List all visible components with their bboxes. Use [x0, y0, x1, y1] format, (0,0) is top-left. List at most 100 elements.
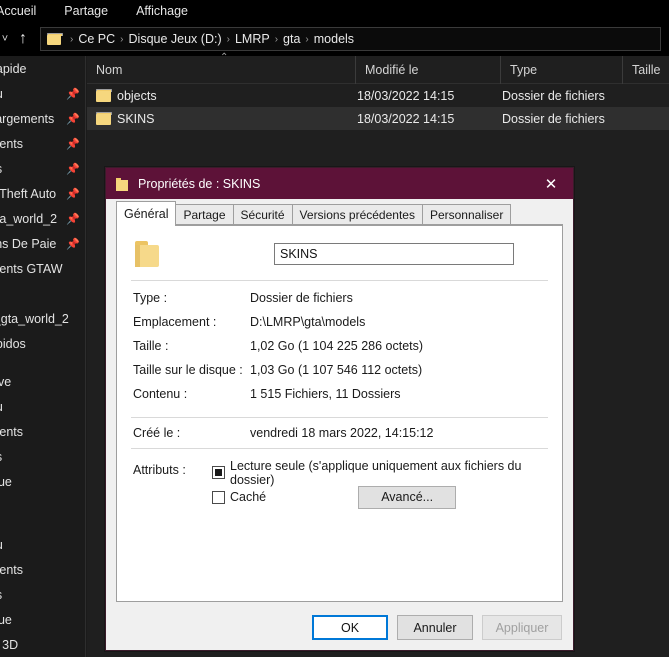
column-header-row: Nom ⌃ Modifié le Type Taille: [87, 52, 669, 84]
sidebar-item[interactable]: chargements 📌: [0, 106, 86, 131]
info-value: 1 515 Fichiers, 11 Dossiers: [250, 387, 401, 401]
tab-securite[interactable]: Sécurité: [232, 204, 293, 225]
pin-icon[interactable]: 📌: [66, 237, 80, 250]
sidebar-item[interactable]: s rapide: [0, 56, 86, 81]
sidebar-item[interactable]: -fr_gta_world_2: [0, 306, 86, 331]
ribbon-tab-accueil[interactable]: Accueil: [0, 0, 50, 22]
pin-icon[interactable]: 📌: [66, 212, 80, 225]
sidebar-item[interactable]: ets 3D: [0, 632, 86, 657]
table-row[interactable]: objects 18/03/2022 14:15 Dossier de fichie…: [87, 84, 669, 107]
sidebar-item[interactable]: uments 📌: [0, 131, 86, 156]
sidebar-item[interactable]: eabidos: [0, 331, 86, 356]
tab-general[interactable]: Général: [116, 201, 177, 226]
breadcrumb[interactable]: › Ce PC › Disque Jeux (D:) › LMRP › gta …: [40, 27, 661, 51]
close-icon[interactable]: ✕: [529, 168, 573, 199]
navigate-up-icon[interactable]: ↑: [12, 30, 34, 48]
sidebar-item[interactable]: sique: [0, 469, 86, 494]
checkbox-label: Caché: [230, 490, 267, 504]
sidebar-item[interactable]: nd Theft Auto 📌: [0, 181, 86, 206]
ribbon-tab-affichage[interactable]: Affichage: [122, 0, 202, 22]
attributes-label: Attributs :: [133, 463, 186, 477]
tab-personnaliser[interactable]: Personnaliser: [421, 204, 512, 225]
sidebar-item[interactable]: _gta_world_2 📌: [0, 206, 86, 231]
info-label: Type :: [133, 291, 168, 305]
cell-modified: 18/03/2022 14:15: [357, 111, 455, 126]
info-row-taille-sur-le-disque: Taille sur le disque : 1,03 Go (1 107 54…: [117, 363, 562, 387]
sidebar-item-label: eau: [0, 87, 3, 101]
folder-icon: [96, 112, 112, 125]
info-value: Dossier de fichiers: [250, 291, 353, 305]
sidebar-item-label: nd Theft Auto: [0, 186, 57, 201]
sidebar-item[interactable]: etins De Paie 📌: [0, 231, 86, 256]
sidebar-item[interactable]: Drive: [0, 369, 86, 394]
column-header-label: Modifié le: [365, 63, 419, 77]
table-row[interactable]: SKINS 18/03/2022 14:15 Dossier de fichiers: [87, 107, 669, 130]
sidebar-item-label: s rapide: [0, 61, 27, 76]
cell-modified: 18/03/2022 14:15: [357, 88, 455, 103]
sidebar-item-label: ges: [0, 588, 2, 602]
sidebar-item[interactable]: uments: [0, 557, 86, 582]
history-dropdown-icon[interactable]: ˅: [0, 33, 12, 45]
sidebar-item[interactable]: eau 📌: [0, 81, 86, 106]
sidebar-item[interactable]: C: [0, 507, 86, 532]
pin-icon[interactable]: 📌: [66, 137, 80, 150]
sidebar-item[interactable]: uments GTAW: [0, 256, 86, 281]
column-header-label: Nom: [96, 63, 123, 77]
column-header-nom[interactable]: Nom ⌃: [87, 52, 355, 84]
info-row-contenu: Contenu : 1 515 Fichiers, 11 Dossiers: [117, 387, 562, 411]
breadcrumb-item-lmrp[interactable]: LMRP: [235, 32, 270, 46]
checkbox-lecture-seule[interactable]: [212, 466, 225, 479]
tab-partage[interactable]: Partage: [175, 204, 234, 225]
pin-icon[interactable]: 📌: [66, 187, 80, 200]
pin-icon[interactable]: 📌: [66, 87, 80, 100]
breadcrumb-item-disque-jeux[interactable]: Disque Jeux (D:): [129, 32, 222, 46]
sidebar-item-label: _gta_world_2: [0, 211, 58, 226]
breadcrumb-item-gta[interactable]: gta: [283, 32, 300, 46]
sidebar-item[interactable]: ges: [0, 444, 86, 469]
folder-icon: [47, 33, 63, 45]
sidebar-item[interactable]: uments: [0, 419, 86, 444]
sidebar-item[interactable]: eau: [0, 532, 86, 557]
advanced-button[interactable]: Avancé...: [358, 485, 457, 509]
tab-versions-precedentes[interactable]: Versions précédentes: [291, 204, 423, 225]
ribbon-tab-partage[interactable]: Partage: [50, 0, 122, 22]
cell-name: objects: [117, 88, 157, 103]
folder-info-list: Type : Dossier de fichiers Emplacement :…: [117, 281, 562, 417]
ok-button[interactable]: OK: [312, 615, 388, 640]
properties-dialog: Propriétés de : SKINS ✕ Général Partage …: [105, 167, 574, 651]
column-header-modifie-le[interactable]: Modifié le: [355, 56, 500, 84]
breadcrumb-separator-icon: ›: [70, 33, 74, 45]
sidebar-item[interactable]: ges: [0, 582, 86, 607]
sidebar-item[interactable]: tos: [0, 281, 86, 306]
column-header-type[interactable]: Type: [500, 56, 622, 84]
info-label: Taille sur le disque :: [133, 363, 243, 377]
tab-page-general: Type : Dossier de fichiers Emplacement :…: [116, 225, 563, 602]
checkbox-row-cache: Caché Avancé...: [212, 484, 562, 510]
checkbox-row-lecture-seule[interactable]: Lecture seule (s'applique uniquement aux…: [212, 459, 562, 487]
sidebar-item[interactable]: eau: [0, 394, 86, 419]
column-header-taille[interactable]: Taille: [622, 56, 669, 84]
folder-name-input[interactable]: [274, 243, 514, 265]
navigation-sidebar[interactable]: s rapideeau📌chargements📌uments📌ges📌nd Th…: [0, 56, 86, 657]
sidebar-item[interactable]: ges 📌: [0, 156, 86, 181]
column-header-label: Taille: [632, 63, 661, 77]
sidebar-item-label: ets 3D: [0, 637, 19, 652]
info-label: Taille :: [133, 339, 169, 353]
info-row-emplacement: Emplacement : D:\LMRP\gta\models: [117, 315, 562, 339]
sidebar-item-label: eau: [0, 538, 3, 552]
checkbox-cache[interactable]: [212, 490, 225, 504]
pin-icon[interactable]: 📌: [66, 112, 80, 125]
sort-ascending-icon: ⌃: [220, 52, 229, 63]
breadcrumb-item-ce-pc[interactable]: Ce PC: [78, 32, 115, 46]
cancel-button[interactable]: Annuler: [397, 615, 473, 640]
info-value: D:\LMRP\gta\models: [250, 315, 366, 329]
apply-button[interactable]: Appliquer: [482, 615, 562, 640]
breadcrumb-separator-icon: ›: [120, 33, 124, 45]
column-header-label: Type: [510, 63, 538, 77]
dialog-title-bar[interactable]: Propriétés de : SKINS ✕: [106, 168, 573, 199]
sidebar-item[interactable]: sique: [0, 607, 86, 632]
pin-icon[interactable]: 📌: [66, 162, 80, 175]
breadcrumb-item-models[interactable]: models: [314, 32, 354, 46]
